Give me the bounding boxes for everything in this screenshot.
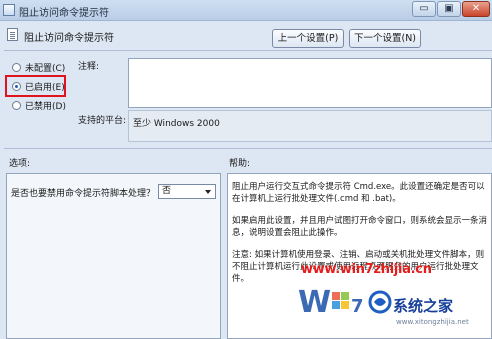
radio-not-configured[interactable]: 未配置(C) xyxy=(12,60,65,74)
watermark-url: www.win7zhijia.cn xyxy=(301,262,432,277)
radio-disabled-circle[interactable] xyxy=(12,100,21,110)
help-label: 帮助: xyxy=(229,159,251,169)
previous-setting-button[interactable]: 上一个设置(P) xyxy=(272,29,344,48)
options-label: 选项: xyxy=(9,159,31,169)
script-processing-select-value: 否 xyxy=(162,186,172,196)
brand-watermark: 系统之家 xyxy=(393,297,454,315)
supported-platform-label: 支持的平台: xyxy=(78,116,127,126)
comment-textbox[interactable] xyxy=(128,58,492,108)
window-icon xyxy=(3,4,15,16)
dropdown-arrow-icon xyxy=(205,190,211,194)
supported-platform-value: 至少 Windows 2000 xyxy=(128,110,492,142)
minimize-button[interactable]: ▭ xyxy=(412,1,436,17)
enabled-highlight-box xyxy=(5,75,66,97)
next-setting-button[interactable]: 下一个设置(N) xyxy=(349,29,421,48)
help-paragraph-2: 如果启用此设置，并且用户试图打开命令窗口，则系统会显示一条消息，说明设置会阻止此… xyxy=(232,216,488,238)
script-processing-question: 是否也要禁用命令提示符脚本处理？ xyxy=(11,189,156,199)
radio-disabled-label: 已禁用(D) xyxy=(25,101,66,112)
site-watermark: www.xitongzhijia.net xyxy=(396,318,469,326)
comment-label: 注释: xyxy=(78,62,100,72)
help-text: 阻止用户运行交互式命令提示符 Cmd.exe。此设置还确定是否可以在计算机上运行… xyxy=(232,181,487,295)
supported-platform-text: 至少 Windows 2000 xyxy=(133,119,220,129)
close-button[interactable]: ✕ xyxy=(462,1,490,17)
win7-logo-watermark: W 7 xyxy=(298,285,364,320)
brand-logo-icon xyxy=(368,290,392,314)
header-separator xyxy=(4,50,492,51)
help-paragraph-1: 阻止用户运行交互式命令提示符 Cmd.exe。此设置还确定是否可以在计算机上运行… xyxy=(232,182,485,204)
title-bar: 阻止访问命令提示符 ▭ ▣ ✕ xyxy=(0,0,492,21)
svg-text:7: 7 xyxy=(351,296,364,317)
radio-not-configured-label: 未配置(C) xyxy=(25,63,66,74)
script-processing-select[interactable]: 否 xyxy=(158,184,216,199)
maximize-button[interactable]: ▣ xyxy=(437,1,461,17)
window-title: 阻止访问命令提示符 xyxy=(19,8,109,19)
svg-text:W: W xyxy=(298,285,331,320)
policy-document-icon xyxy=(7,28,18,41)
radio-disabled[interactable]: 已禁用(D) xyxy=(12,98,66,112)
radio-not-configured-circle[interactable] xyxy=(12,62,21,72)
section-separator xyxy=(4,148,492,149)
setting-name: 阻止访问命令提示符 xyxy=(24,33,114,44)
